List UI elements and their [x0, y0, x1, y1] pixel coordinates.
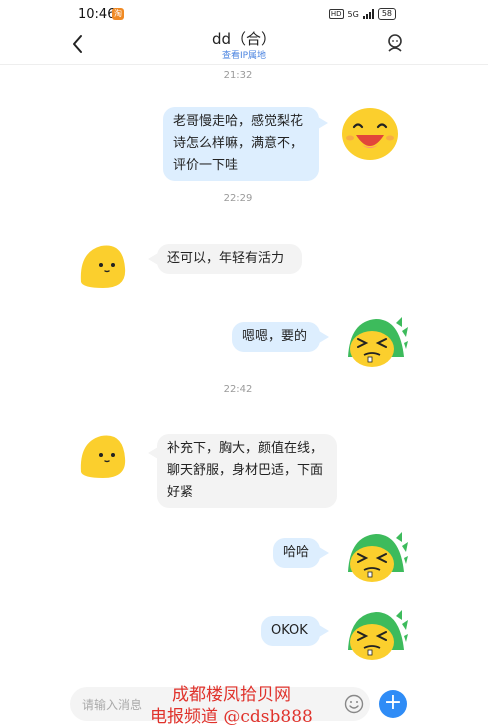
- ip-location-link[interactable]: 查看IP属地: [0, 48, 488, 61]
- message-bubble-sent[interactable]: 老哥慢走哈，感觉梨花诗怎么样嘛，满意不，评价一下哇: [163, 107, 319, 181]
- profile-icon[interactable]: [384, 32, 406, 54]
- yellow-blob-avatar-icon[interactable]: [77, 432, 129, 480]
- timestamp: 21:32: [223, 70, 253, 81]
- status-bar: 10:46 淘 HD 5G 58: [0, 0, 488, 28]
- header-divider: [0, 64, 488, 65]
- chat-header: dd（合） 查看IP属地: [0, 28, 488, 64]
- yellow-blob-avatar-icon[interactable]: [77, 242, 129, 290]
- bubble-tail: [318, 117, 328, 129]
- status-time: 10:46: [78, 7, 116, 22]
- status-indicators: HD 5G 58: [328, 8, 396, 20]
- message-bubble-received[interactable]: 补充下，胸大，颜值在线，聊天舒服，身材巴适，下面好紧: [157, 434, 337, 508]
- bubble-tail: [319, 547, 329, 559]
- message-bubble-sent[interactable]: 嗯嗯，要的: [232, 322, 320, 352]
- taobao-notification-icon: 淘: [112, 8, 124, 20]
- dinosaur-avatar-icon[interactable]: [346, 313, 408, 369]
- add-plus-button[interactable]: +: [379, 690, 407, 718]
- timestamp: 22:29: [223, 193, 253, 204]
- signal-icon: [362, 9, 374, 19]
- message-bubble-received[interactable]: 还可以，年轻有活力: [157, 244, 302, 274]
- bubble-tail: [319, 331, 329, 343]
- bubble-tail: [319, 625, 329, 637]
- timestamp: 22:42: [223, 384, 253, 395]
- emoji-icon[interactable]: [344, 694, 364, 714]
- laughing-avatar-icon[interactable]: [340, 105, 400, 161]
- battery-icon: 58: [377, 8, 396, 20]
- message-bubble-sent[interactable]: OKOK: [261, 616, 320, 646]
- input-placeholder: 请输入消息: [82, 698, 143, 712]
- dinosaur-avatar-icon[interactable]: [346, 528, 408, 584]
- chat-title: dd（合）: [211, 30, 277, 48]
- dinosaur-avatar-icon[interactable]: [346, 606, 408, 662]
- watermark-line2: 电报频道 @cdsb888: [150, 707, 313, 727]
- network-type: 5G: [347, 9, 359, 19]
- hd-icon: HD: [328, 9, 344, 19]
- message-bubble-sent[interactable]: 哈哈: [273, 538, 320, 568]
